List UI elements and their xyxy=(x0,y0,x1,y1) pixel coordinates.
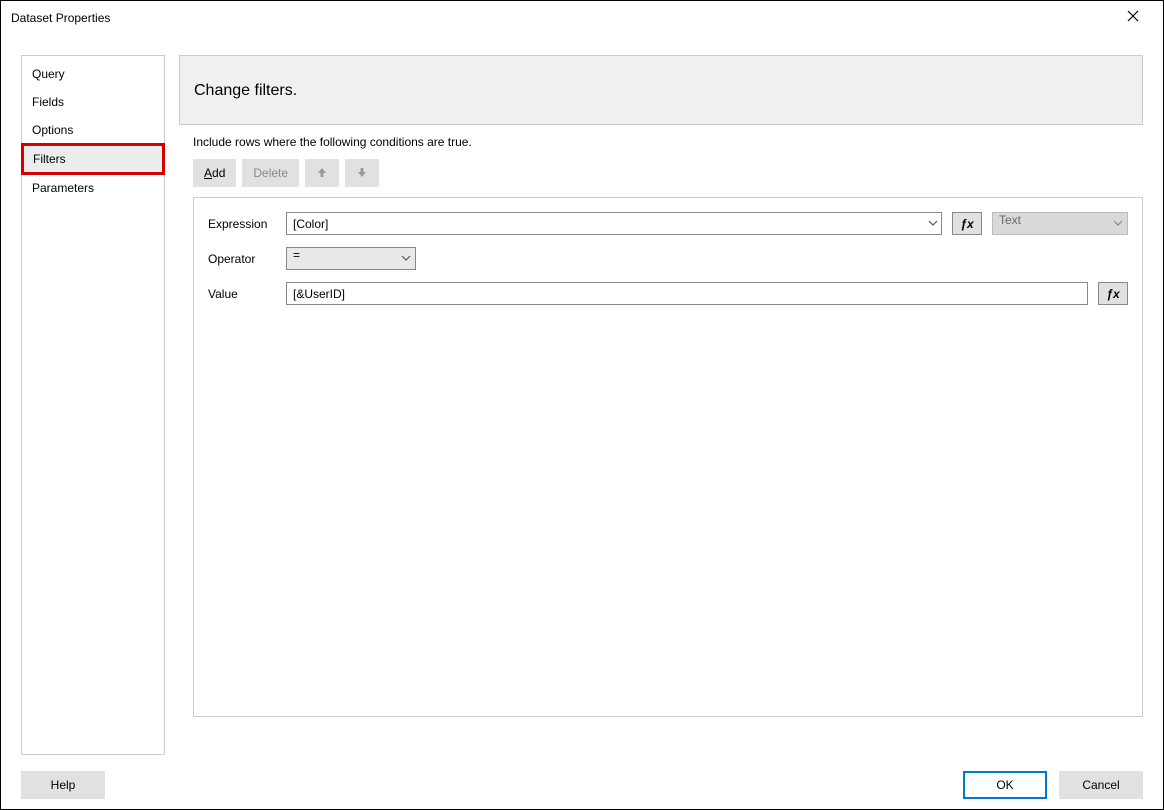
ok-button-label: OK xyxy=(996,778,1013,792)
sidebar-item-label: Filters xyxy=(33,152,66,166)
title-bar: Dataset Properties xyxy=(1,1,1163,35)
sidebar-item-query[interactable]: Query xyxy=(22,60,164,88)
content: Query Fields Options Filters Parameters … xyxy=(1,35,1163,809)
expression-input[interactable] xyxy=(286,212,942,235)
value-input[interactable] xyxy=(286,282,1088,305)
help-button[interactable]: Help xyxy=(21,771,105,799)
chevron-down-icon xyxy=(1113,217,1123,231)
sidebar-item-label: Parameters xyxy=(32,181,94,195)
window-title: Dataset Properties xyxy=(11,11,110,25)
move-up-button[interactable] xyxy=(305,159,339,187)
chevron-down-icon xyxy=(401,252,411,266)
delete-button-label: Delete xyxy=(253,166,288,180)
row-operator: Operator = xyxy=(208,247,1128,270)
datatype-value: Text xyxy=(999,213,1021,227)
value-fx-button[interactable]: ƒx xyxy=(1098,282,1128,305)
sidebar-item-fields[interactable]: Fields xyxy=(22,88,164,116)
expression-combo[interactable] xyxy=(286,212,942,235)
help-button-label: Help xyxy=(51,778,76,792)
label-expression: Expression xyxy=(208,217,276,231)
filter-panel: Expression ƒx Text xyxy=(193,197,1143,717)
fx-icon: ƒx xyxy=(960,217,973,231)
arrow-up-icon xyxy=(316,166,328,181)
sidebar-item-label: Options xyxy=(32,123,73,137)
sidebar-item-filters[interactable]: Filters xyxy=(22,144,164,174)
close-icon xyxy=(1127,10,1139,25)
main-row: Query Fields Options Filters Parameters … xyxy=(21,55,1143,755)
toolbar: Add Delete xyxy=(193,159,1143,187)
fx-icon: ƒx xyxy=(1106,287,1119,301)
datatype-select[interactable]: Text xyxy=(992,212,1128,235)
sidebar-item-parameters[interactable]: Parameters xyxy=(22,174,164,202)
add-button[interactable]: Add xyxy=(193,159,236,187)
cancel-button[interactable]: Cancel xyxy=(1059,771,1143,799)
ok-button[interactable]: OK xyxy=(963,771,1047,799)
sidebar-item-label: Query xyxy=(32,67,65,81)
cancel-button-label: Cancel xyxy=(1082,778,1119,792)
label-operator: Operator xyxy=(208,252,276,266)
label-value: Value xyxy=(208,287,276,301)
move-down-button[interactable] xyxy=(345,159,379,187)
right-pane: Change filters. Include rows where the f… xyxy=(179,55,1143,755)
arrow-down-icon xyxy=(356,166,368,181)
footer: Help OK Cancel xyxy=(21,755,1143,799)
sidebar-item-label: Fields xyxy=(32,95,64,109)
pane-body: Include rows where the following conditi… xyxy=(179,125,1143,717)
operator-select[interactable]: = xyxy=(286,247,416,270)
delete-button[interactable]: Delete xyxy=(242,159,299,187)
row-expression: Expression ƒx Text xyxy=(208,212,1128,235)
sidebar: Query Fields Options Filters Parameters xyxy=(21,55,165,755)
expression-fx-button[interactable]: ƒx xyxy=(952,212,982,235)
operator-value: = xyxy=(293,248,300,262)
instruction-text: Include rows where the following conditi… xyxy=(193,135,1143,149)
pane-heading: Change filters. xyxy=(179,55,1143,125)
close-button[interactable] xyxy=(1113,4,1153,32)
sidebar-item-options[interactable]: Options xyxy=(22,116,164,144)
dialog-dataset-properties: Dataset Properties Query Fields Options … xyxy=(0,0,1164,810)
row-value: Value ƒx xyxy=(208,282,1128,305)
